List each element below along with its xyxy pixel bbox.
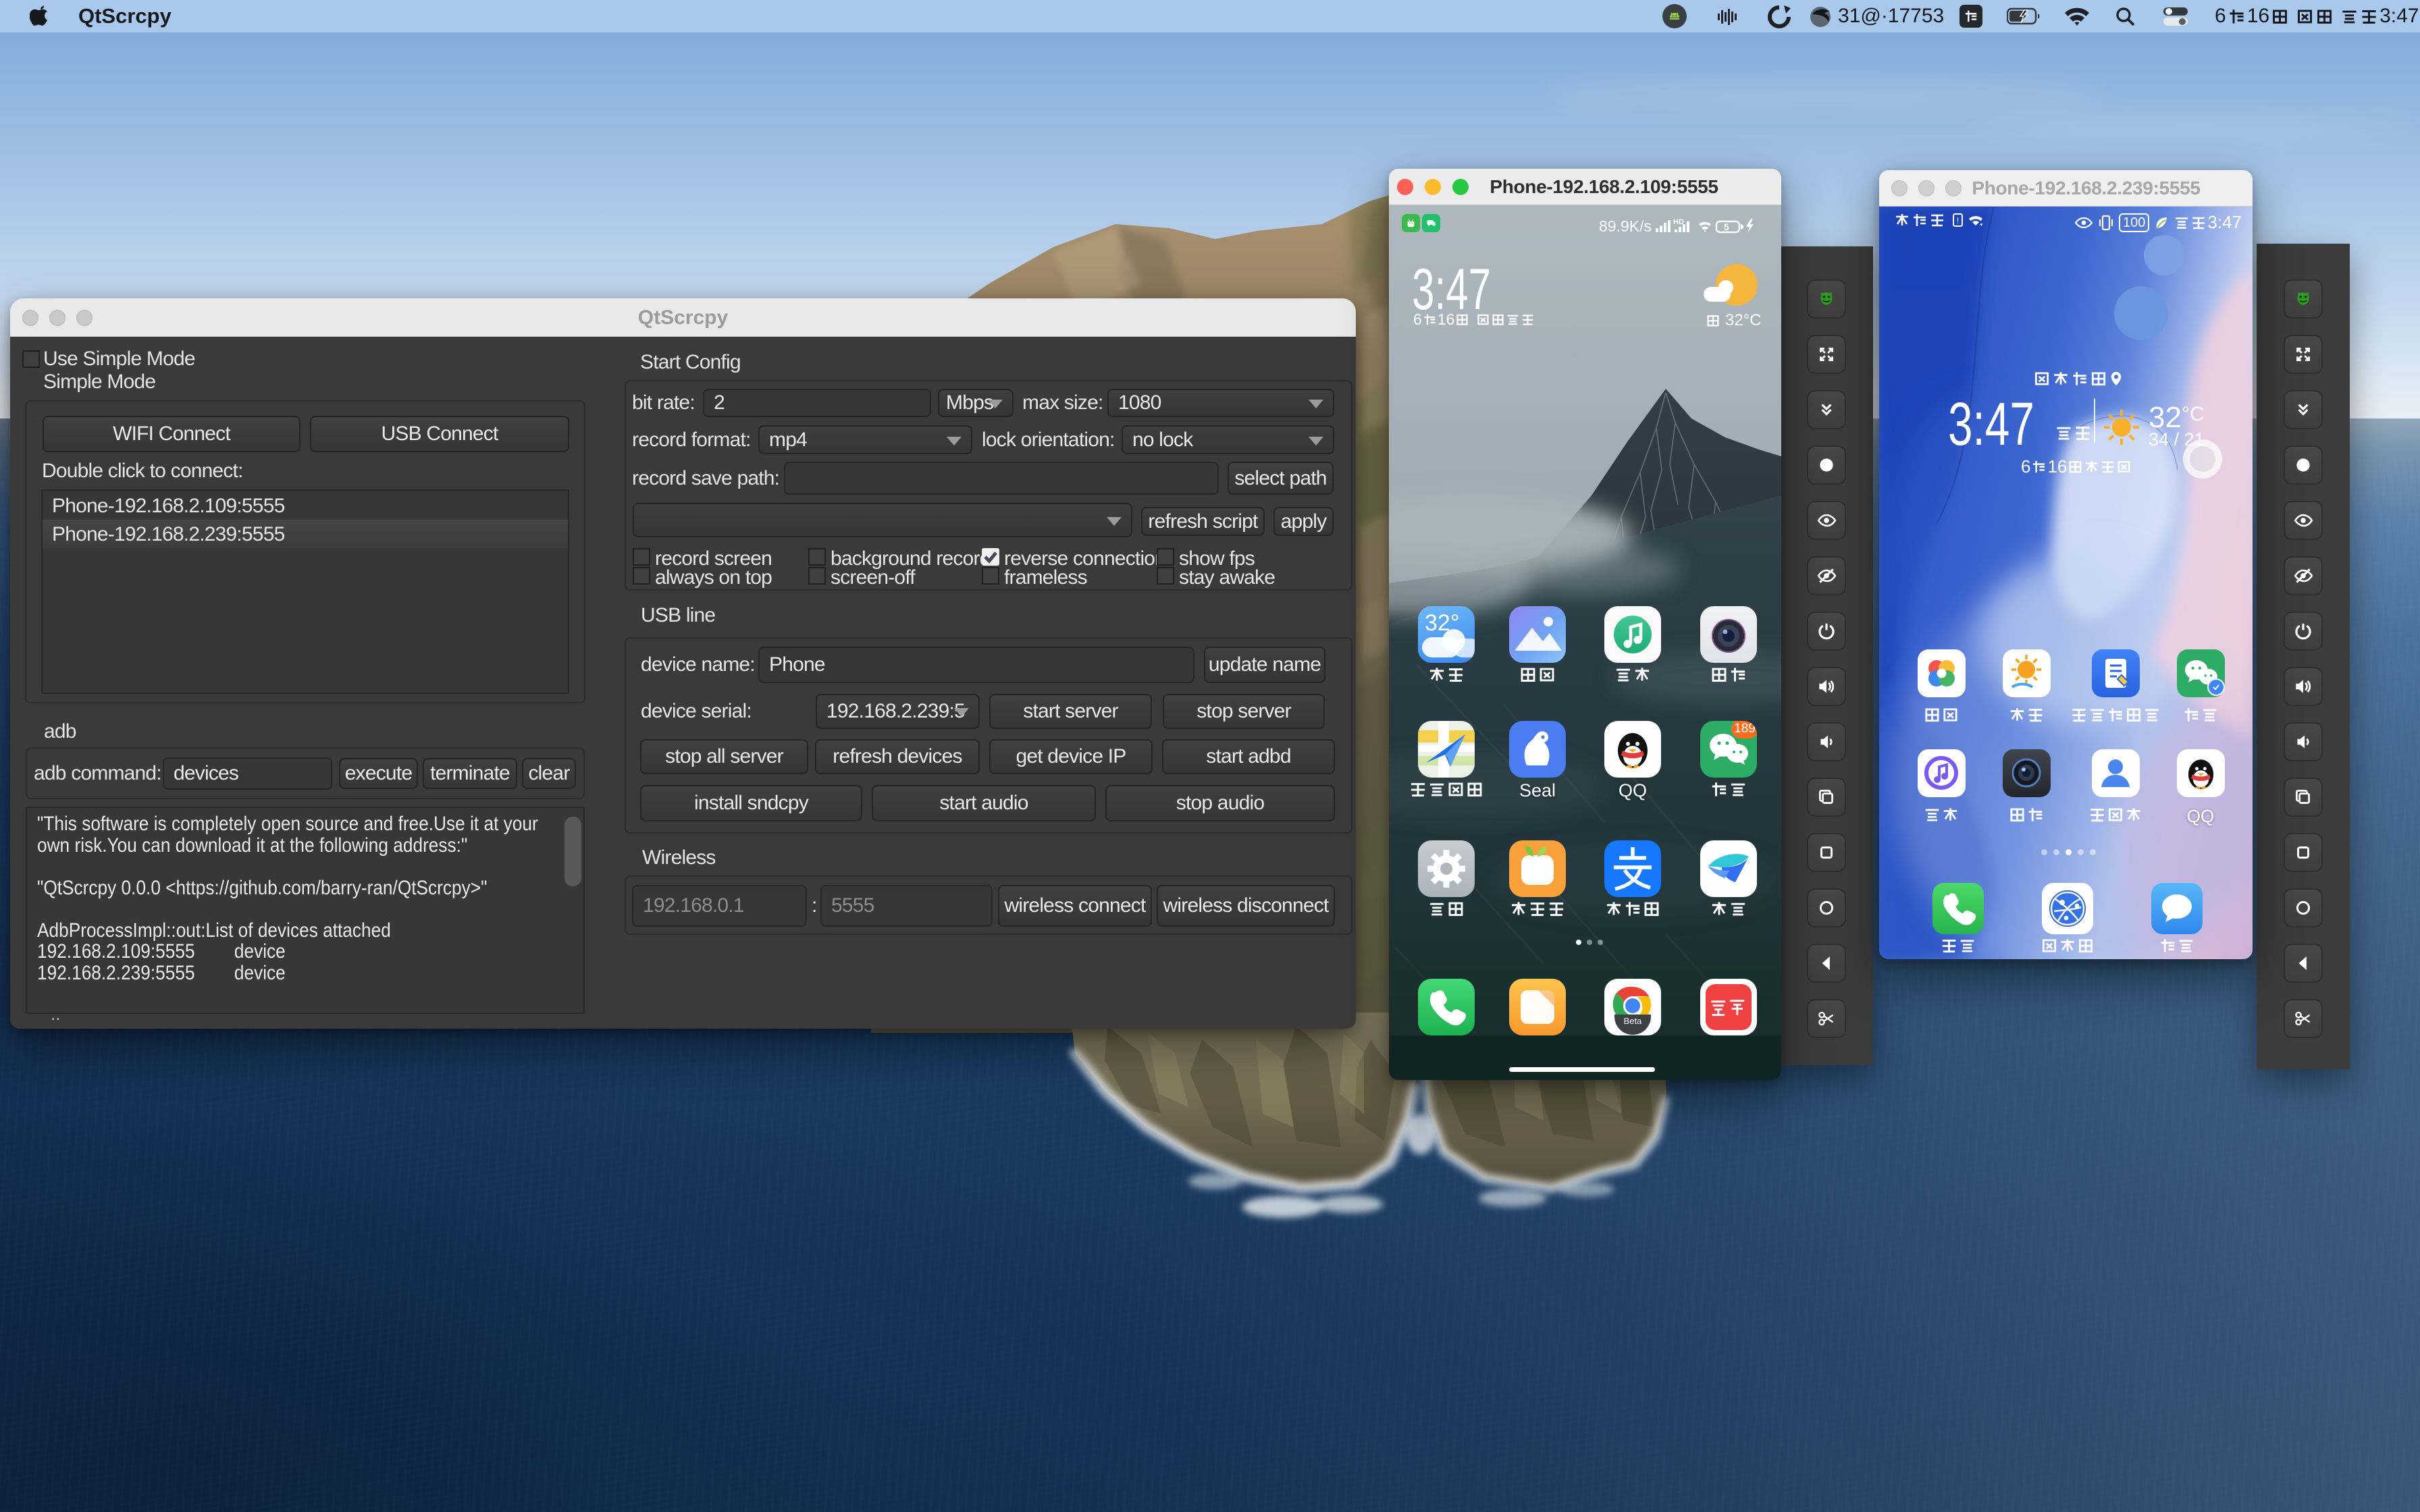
svg-text:!: !	[1957, 216, 1959, 225]
svg-text:5: 5	[1724, 221, 1729, 232]
svg-text:HD: HD	[1673, 218, 1684, 226]
svg-text:Beta: Beta	[1624, 1016, 1643, 1026]
